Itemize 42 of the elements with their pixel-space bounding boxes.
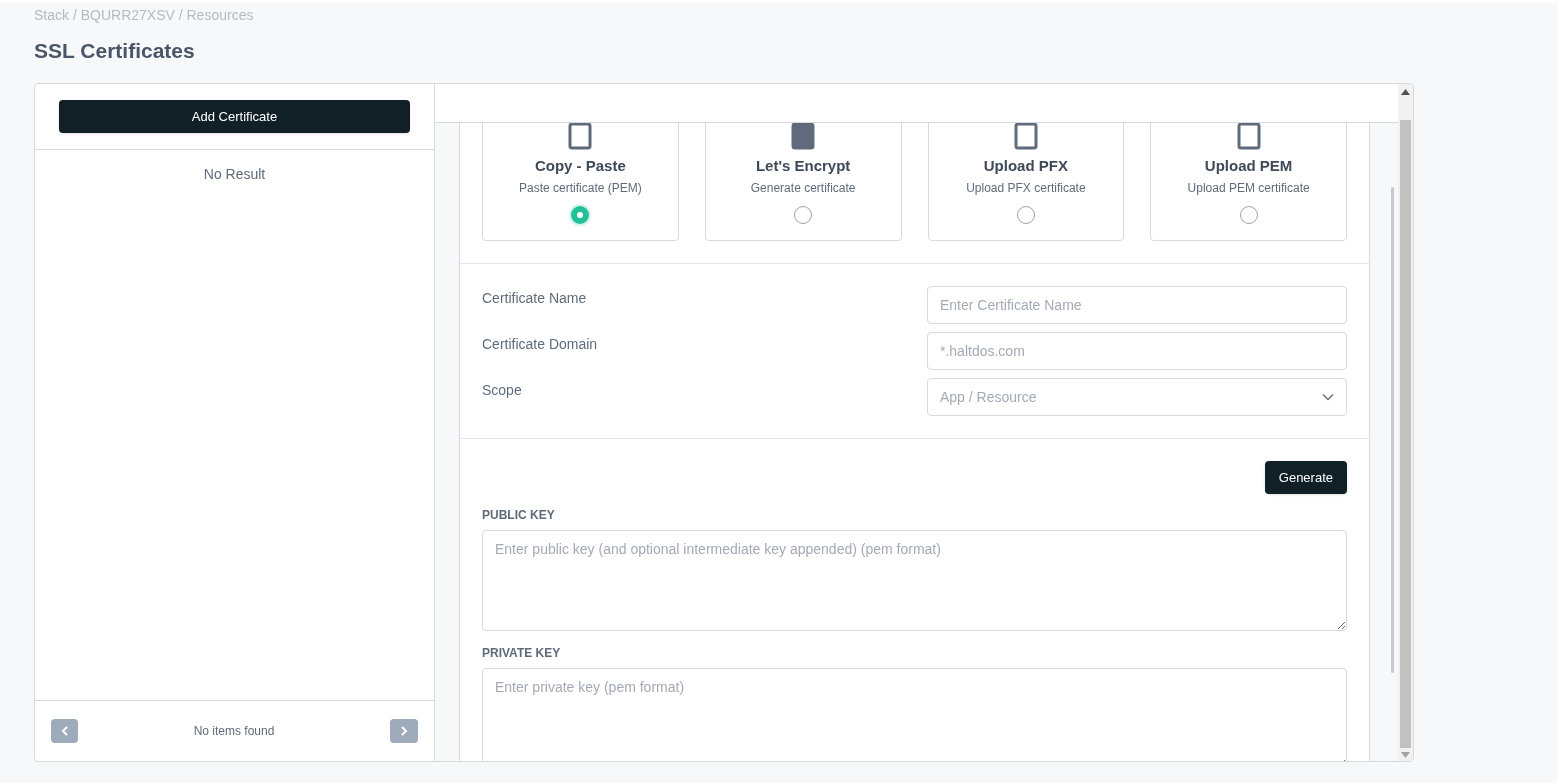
key-label: PRIVATE KEY <box>482 645 561 662</box>
option-card[interactable]: Upload PEM Upload PEM certificate <box>1150 123 1347 241</box>
option-card[interactable]: Copy - Paste Paste certificate (PEM) <box>482 123 679 241</box>
previous-page-button[interactable] <box>51 719 78 743</box>
key-textarea[interactable]: Enter public key (and optional intermediate key appended) (pem format) <box>482 530 1347 631</box>
key-textarea[interactable]: Enter private key (pem format) <box>482 668 1347 761</box>
option-subtitle: Upload PFX certificate <box>966 180 1086 196</box>
radio-button[interactable] <box>1016 206 1035 224</box>
document-icon <box>1013 123 1038 150</box>
option-title: Let's Encrypt <box>755 156 851 176</box>
scroll-down-arrow-icon <box>1401 752 1410 758</box>
option-card[interactable]: Upload PFX Upload PFX certificate <box>927 123 1125 241</box>
input-field[interactable]: Enter Certificate Name <box>927 286 1347 324</box>
next-page-button[interactable] <box>390 719 418 743</box>
chevron-down-icon <box>1322 393 1334 401</box>
radio-button[interactable] <box>571 206 590 224</box>
generate-button[interactable]: Generate <box>1264 461 1347 494</box>
breadcrumb: Stack / BQURR27XSV / Resources <box>34 6 254 25</box>
field-label: Scope <box>482 381 522 400</box>
option-subtitle: Generate certificate <box>750 180 856 196</box>
chevron-left-icon <box>60 726 69 736</box>
radio-button[interactable] <box>794 206 813 224</box>
radio-button[interactable] <box>1239 206 1258 224</box>
empty-message: No Result <box>203 165 266 184</box>
pagination-text: No items found <box>193 723 275 740</box>
document-icon <box>568 123 593 150</box>
option-title: Copy - Paste <box>534 156 626 176</box>
key-label: PUBLIC KEY <box>482 507 555 524</box>
scroll-up-arrow-icon <box>1401 89 1410 95</box>
option-title: Upload PFX <box>983 156 1068 176</box>
field-label: Certificate Name <box>482 289 587 308</box>
field-label: Certificate Domain <box>482 335 598 354</box>
chevron-right-icon <box>400 726 408 736</box>
page-title: SSL Certificates <box>34 38 195 64</box>
option-title: Upload PEM <box>1204 156 1293 176</box>
option-card[interactable]: Let's Encrypt Generate certificate <box>704 123 902 241</box>
input-field[interactable]: *.haltdos.com <box>927 332 1347 370</box>
add-certificate-button[interactable]: Add Certificate <box>59 100 410 133</box>
option-subtitle: Upload PEM certificate <box>1187 180 1310 196</box>
option-subtitle: Paste certificate (PEM) <box>519 180 642 196</box>
document-icon <box>1236 123 1261 150</box>
document-icon <box>791 123 816 150</box>
